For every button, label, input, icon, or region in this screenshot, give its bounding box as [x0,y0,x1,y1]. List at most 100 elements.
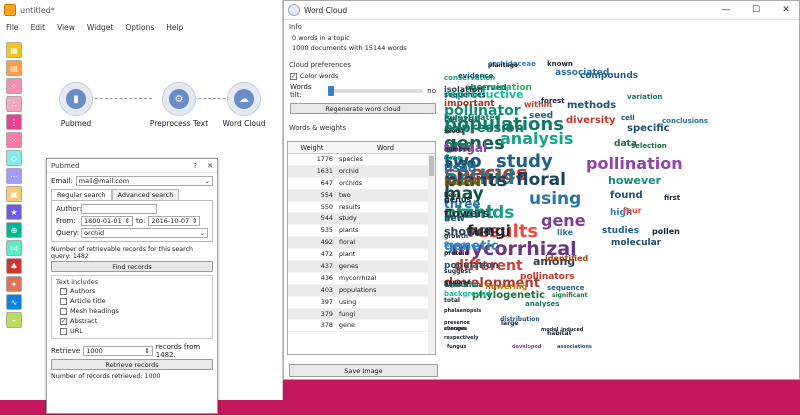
find-records-button[interactable]: Find records [51,261,213,272]
checkbox-authors[interactable]: Authors [52,286,212,296]
cloud-word[interactable]: methods [567,101,616,111]
col-word[interactable]: Word [336,142,435,153]
cloud-word[interactable]: number [444,147,470,153]
cloud-word[interactable]: large [501,321,518,327]
widget-preprocess-text[interactable]: ⚙ Preprocess Text [139,82,219,128]
menu-view[interactable]: View [57,23,75,32]
cloud-word[interactable]: investigated [444,114,501,122]
menu-edit[interactable]: Edit [31,23,46,32]
timeseries-icon[interactable]: ∿ [6,294,22,310]
regenerate-button[interactable]: Regenerate word cloud [290,103,436,114]
cloud-word[interactable]: known [547,61,573,68]
cloud-word[interactable]: sequence [547,285,585,292]
close-icon[interactable]: ✕ [207,162,213,170]
table-row[interactable]: 1631 orchid [288,165,435,178]
cloud-word[interactable]: analyses [525,301,559,308]
cloud-word[interactable]: plantago [488,63,518,69]
cloud-word[interactable]: time [444,155,462,162]
cloud-word[interactable]: fungus [447,345,466,350]
cloud-word[interactable]: phalaenopsis [444,309,481,314]
widget-word-cloud[interactable]: ☁ Word Cloud [214,82,274,128]
cloud-word[interactable]: bees [444,193,460,199]
checkbox-abstract[interactable]: ✓ Abstract [52,316,212,326]
cloud-word[interactable]: changes [444,327,467,332]
network-icon[interactable]: ⊕ [6,222,22,238]
widget-pubmed[interactable]: ▮ Pubmed [46,82,106,128]
cloud-word[interactable]: like [557,229,573,237]
cloud-word[interactable]: pollination [586,156,683,172]
tab-advanced-search[interactable]: Advanced search [111,189,180,200]
cloud-word[interactable]: diversity [566,116,616,126]
cloud-word[interactable]: suggest [444,269,471,275]
text-mining-category-icon[interactable]: ⋯ [6,168,22,184]
table-row[interactable]: 379 fungi [288,308,435,321]
cloud-word[interactable]: pollinators [520,273,575,282]
retrieve-records-button[interactable]: Retrieve records [51,359,213,370]
cloud-word[interactable]: total [444,298,460,304]
cloud-word[interactable]: found [610,191,643,201]
cloud-word[interactable]: compounds [580,72,638,81]
cloud-word[interactable]: evidence [458,73,493,80]
to-date-field[interactable]: 2016-10-07 ⇕ [148,216,201,226]
geo-icon[interactable]: ✦ [6,276,22,292]
cloud-word[interactable]: induced [561,328,583,333]
cloud-word[interactable]: specific [627,124,670,134]
menu-help[interactable]: Help [166,23,183,32]
tilt-slider[interactable] [327,86,424,96]
cloud-word[interactable]: identified [545,255,588,263]
retrieve-count-field[interactable]: 1000 ⇕ [83,346,153,356]
table-row[interactable]: 492 floral [288,237,435,250]
cloud-word[interactable]: floral [516,172,566,189]
cloud-word[interactable]: flowering [485,283,527,291]
author-field[interactable] [81,204,157,214]
star-icon[interactable]: ★ [6,204,22,220]
table-row[interactable]: 1776 species [288,154,435,166]
cloud-word[interactable]: developed [512,345,541,350]
table-row[interactable]: 378 gene [288,320,435,333]
from-date-field[interactable]: 1800-01-01 ⇕ [81,216,133,226]
cloud-word[interactable]: seeds [444,129,464,135]
table-row[interactable]: 397 using [288,297,435,309]
visualize-category-icon[interactable]: ⁘ [6,78,22,94]
scatter-icon[interactable]: ∴ [6,96,22,112]
menu-file[interactable]: File [6,23,19,32]
save-image-button[interactable]: Save Image [289,364,438,377]
scrollbar-thumb[interactable] [429,156,434,176]
bio-icon[interactable]: ♣ [6,258,22,274]
model-category-icon[interactable]: ⋮ [6,114,22,130]
image-icon[interactable]: ▣ [6,186,22,202]
tilt-slider-handle[interactable] [327,86,334,96]
help-icon[interactable]: ? [193,162,197,170]
table-row[interactable]: 535 plants [288,225,435,238]
table-scrollbar[interactable] [428,154,435,354]
query-field[interactable]: orchid ⌄ [81,228,208,238]
table-row[interactable]: 403 populations [288,284,435,297]
checkbox-article-title[interactable]: Article title [52,296,212,306]
cloud-word[interactable]: associations [557,345,592,350]
spectroscopy-icon[interactable]: ⌁ [6,312,22,328]
cloud-word[interactable]: four [623,207,642,215]
close-icon[interactable]: ✕ [773,5,799,15]
cloud-word[interactable]: respectively [444,336,479,341]
cloud-word[interactable]: growth [444,234,468,240]
cloud-word[interactable]: seed [529,112,553,121]
cloud-word[interactable]: genome [444,280,471,286]
cloud-word[interactable]: new [444,215,465,224]
cloud-word[interactable]: sequences [444,92,486,99]
table-row[interactable]: 472 plant [288,249,435,262]
cloud-word[interactable]: based [444,176,481,187]
cloud-word[interactable]: significant [552,293,587,299]
cloud-word[interactable]: first [664,195,680,202]
cloud-word[interactable]: flower [444,242,469,249]
evaluate-category-icon[interactable]: ⁙ [6,132,22,148]
cloud-word[interactable]: model [541,328,558,333]
cloud-word[interactable]: selection [631,143,667,150]
table-row[interactable]: 437 genes [288,261,435,273]
table-row[interactable]: 550 results [288,202,435,214]
cloud-word[interactable]: studies [602,227,639,236]
email-field[interactable]: mail@mail.com ⌄ [75,176,213,186]
tree-icon[interactable]: ⋈ [6,240,22,256]
words-weights-table[interactable]: Weight Word 1776 species 1631 orchid 647 orch… [287,141,436,355]
table-icon[interactable]: ▤ [6,60,22,76]
cloud-word[interactable]: molecular [611,239,661,248]
